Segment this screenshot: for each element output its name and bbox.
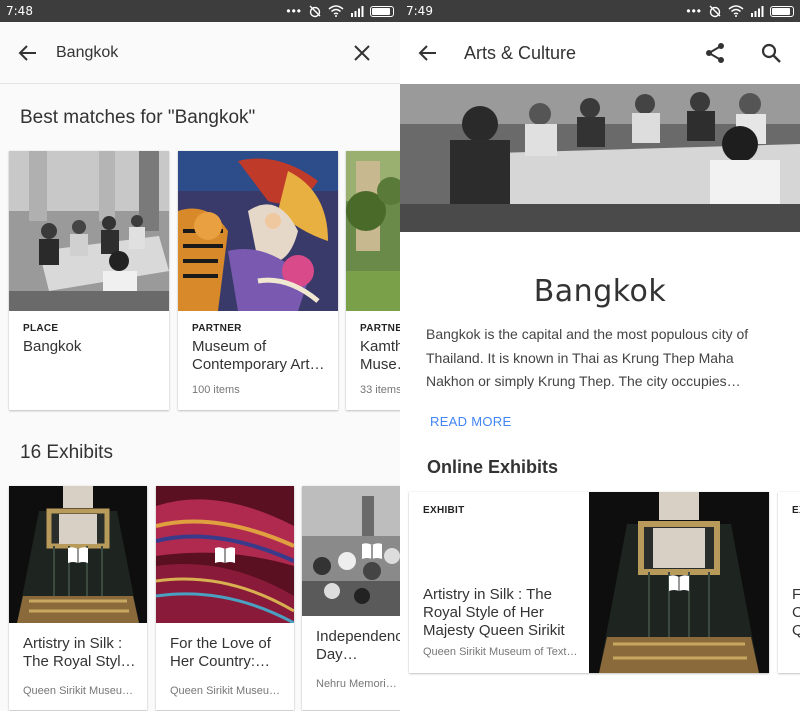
online-exhibit-card[interactable]: EXHIBIT Artistry in Silk : The Royal Sty… [409, 492, 769, 673]
partner-image [346, 151, 400, 311]
battery-icon [770, 5, 794, 17]
exhibit-card[interactable]: Artistry in Silk : The Royal Styl… Queen… [9, 486, 147, 710]
book-icon [669, 574, 689, 591]
place-detail-screen: 7:49 ••• Arts & Culture Bangkok Bangkok … [400, 0, 800, 711]
best-matches-heading: Best matches for "Bangkok" [20, 107, 256, 128]
more-notifications-icon: ••• [686, 4, 702, 18]
online-exhibits-heading: Online Exhibits [427, 457, 559, 477]
online-exhibit-title: Artistry in Silk : The Royal Style of He… [423, 586, 565, 639]
exhibit-image [9, 486, 147, 623]
search-icon[interactable] [756, 38, 786, 68]
app-title: Arts & Culture [464, 42, 577, 63]
card-item-count: 100 items [192, 384, 240, 396]
place-card[interactable]: PLACE Bangkok [9, 151, 169, 410]
wifi-icon [328, 5, 344, 17]
search-results-screen: 7:48 ••• Bangkok Best matches for "Bangk… [0, 0, 400, 711]
place-image [9, 151, 169, 311]
card-type-label: PLACE [23, 323, 59, 334]
online-exhibit-source: Queen Sirikit Museum of Text… [423, 646, 578, 658]
status-bar: 7:49 ••• [400, 0, 800, 22]
card-item-count: 33 items [360, 384, 400, 396]
battery-icon [370, 5, 394, 17]
exhibit-title: Artistry in Silk : The Royal Styl… [23, 635, 136, 670]
exhibit-card[interactable]: Independenc Day… Nehru Memorial… [302, 486, 400, 710]
online-exhibit-info: EXHIBIT Artistry in Silk : The Royal Sty… [409, 492, 589, 673]
alarm-off-icon [709, 5, 721, 18]
exhibit-source: Nehru Memorial… [316, 678, 400, 690]
exhibit-title: For the Love of Her Country:… [170, 635, 271, 670]
status-time: 7:48 [6, 4, 33, 18]
exhibit-source: Queen Sirikit Museu… [170, 685, 281, 697]
app-bar: Arts & Culture [400, 22, 800, 84]
exhibit-image [156, 486, 294, 623]
exhibit-image [302, 486, 400, 616]
search-bar: Bangkok [0, 22, 400, 84]
status-bar: 7:48 ••• [0, 0, 400, 22]
card-title: Museum of Contemporary Art… [192, 338, 325, 373]
book-icon [68, 546, 88, 563]
place-description: Bangkok is the capital and the most popu… [426, 326, 749, 389]
exhibit-source: Queen Sirikit Museu… [23, 685, 134, 697]
partner-card[interactable]: PARTNER Kamth… Muse… 33 items [346, 151, 400, 410]
card-title: Kamth… Muse… [360, 338, 400, 373]
share-icon[interactable] [700, 38, 730, 68]
read-more-link[interactable]: READ MORE [430, 414, 511, 429]
online-exhibit-image [589, 492, 769, 673]
place-title: Bangkok [533, 274, 667, 309]
status-icons: ••• [686, 4, 794, 18]
close-icon[interactable] [348, 39, 376, 67]
book-icon [215, 546, 235, 563]
arrow-left-icon[interactable] [414, 39, 442, 67]
card-type-label: PARTNER [360, 323, 400, 334]
status-time: 7:49 [406, 4, 433, 18]
search-input[interactable]: Bangkok [56, 44, 348, 62]
card-type-label: EXHIBIT [423, 505, 465, 516]
alarm-off-icon [309, 5, 321, 18]
wifi-icon [728, 5, 744, 17]
card-title: Bangkok [23, 338, 82, 355]
signal-icon [351, 6, 364, 17]
more-notifications-icon: ••• [286, 4, 302, 18]
partner-card[interactable]: PARTNER Museum of Contemporary Art… 100 … [178, 151, 338, 410]
partner-image [178, 151, 338, 311]
arrow-left-icon[interactable] [14, 39, 42, 67]
card-type-label: EX [792, 505, 800, 516]
place-hero-image [400, 84, 800, 232]
status-icons: ••• [286, 4, 394, 18]
signal-icon [751, 6, 764, 17]
online-exhibit-title: F C Q [792, 586, 800, 639]
card-type-label: PARTNER [192, 323, 242, 334]
book-icon [362, 543, 382, 559]
online-exhibit-card[interactable]: EX F C Q [778, 492, 800, 673]
exhibits-heading: 16 Exhibits [20, 442, 113, 463]
exhibit-card[interactable]: For the Love of Her Country:… Queen Siri… [156, 486, 294, 710]
exhibit-title: Independenc Day… [316, 628, 400, 663]
